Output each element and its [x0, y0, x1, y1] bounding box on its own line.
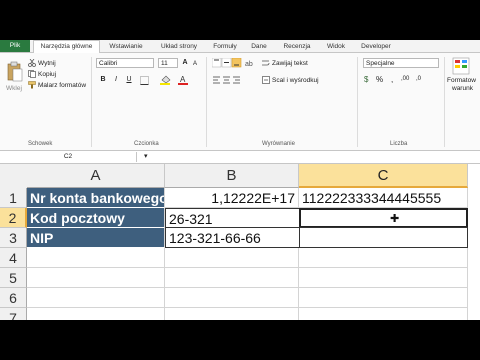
number-format-combo[interactable]: Specjalne	[363, 58, 439, 68]
grow-font-icon[interactable]: A	[180, 58, 190, 68]
cell-a3[interactable]: NIP	[27, 228, 165, 248]
number-group-label: Liczba	[390, 141, 408, 147]
empty-cell[interactable]	[27, 268, 165, 288]
row-header-6[interactable]: 6	[0, 288, 27, 308]
comma-style-icon[interactable]: ,	[391, 75, 393, 84]
paste-button[interactable]: Wklej	[6, 85, 22, 92]
conditional-formatting-label: warunk	[452, 85, 473, 92]
name-box[interactable]: C2	[0, 152, 137, 162]
cell-a1[interactable]: Nr konta bankowego	[27, 188, 165, 208]
row-header-5[interactable]: 5	[0, 268, 27, 288]
row-header-4[interactable]: 4	[0, 248, 27, 268]
empty-cell[interactable]	[299, 268, 468, 288]
orientation-icon[interactable]: ab	[244, 58, 254, 68]
cell-a2[interactable]: Kod pocztowy	[27, 208, 165, 228]
cell-c3[interactable]	[299, 227, 468, 248]
empty-cell[interactable]	[299, 288, 468, 308]
copy-icon	[28, 70, 36, 78]
format-painter-button[interactable]: Malarz formatów	[38, 82, 86, 89]
select-all-corner[interactable]	[0, 164, 28, 189]
clipboard-group-label: Schowek	[28, 141, 53, 147]
decrease-decimal-icon[interactable]: ,0	[416, 76, 421, 82]
cell-cursor-icon: ✚	[390, 213, 400, 225]
tab-home[interactable]: Narzędzia główne	[33, 40, 100, 53]
ribbon-tabs: Plik Narzędzia główne Wstawianie Układ s…	[0, 40, 480, 53]
tab-file[interactable]: Plik	[0, 40, 30, 52]
empty-cell[interactable]	[165, 248, 299, 268]
svg-text:A: A	[180, 75, 186, 84]
increase-decimal-icon[interactable]: ,00	[401, 76, 409, 82]
font-group-label: Czcionka	[134, 141, 159, 147]
name-box-dropdown-icon[interactable]: ▾	[144, 152, 148, 160]
tab-formulas[interactable]: Formuły	[210, 41, 240, 52]
divider	[444, 57, 445, 147]
formula-bar: C2 ▾	[0, 151, 480, 164]
bold-icon[interactable]: B	[98, 75, 108, 85]
tab-data[interactable]: Dane	[248, 41, 270, 52]
cell-b1[interactable]: 1,12222E+17	[165, 188, 299, 208]
vertical-align-icons[interactable]	[212, 58, 242, 68]
font-name-combo[interactable]: Calibri	[96, 58, 154, 68]
ribbon: Wklej Wytnij Kopiuj Malarz formatów Scho…	[0, 53, 480, 151]
empty-cell[interactable]	[27, 288, 165, 308]
empty-cell[interactable]	[165, 308, 299, 320]
merge-center-icon	[262, 76, 270, 84]
tab-review[interactable]: Recenzja	[281, 41, 313, 52]
column-header-a[interactable]: A	[27, 164, 165, 188]
font-color-icon[interactable]: A	[178, 75, 192, 85]
conditional-formatting-icon[interactable]	[452, 57, 470, 75]
cell-c1[interactable]: 112222333344445555	[299, 188, 468, 208]
worksheet-grid: A B C 1 2 3 4 5 6 7 8 Nr konta bankowego…	[0, 164, 480, 320]
row-header-2[interactable]: 2	[0, 208, 27, 228]
conditional-formatting-button[interactable]: Formatow	[447, 77, 476, 84]
tab-insert[interactable]: Wstawianie	[104, 41, 148, 52]
merge-center-button[interactable]: Scal i wyśrodkuj	[272, 77, 319, 84]
excel-window: Plik Narzędzia główne Wstawianie Układ s…	[0, 40, 480, 320]
horizontal-align-icons[interactable]	[212, 75, 242, 85]
empty-cell[interactable]	[165, 268, 299, 288]
empty-cell[interactable]	[27, 248, 165, 268]
divider	[206, 57, 207, 147]
empty-cell[interactable]	[299, 308, 468, 320]
wrap-text-button[interactable]: Zawijaj tekst	[272, 60, 308, 67]
row-header-3[interactable]: 3	[0, 228, 27, 248]
italic-icon[interactable]: I	[111, 75, 121, 85]
scissors-icon	[28, 59, 36, 67]
svg-text:ab: ab	[245, 61, 253, 68]
empty-cell[interactable]	[165, 288, 299, 308]
wrap-text-icon	[262, 60, 270, 66]
fill-color-icon[interactable]	[160, 75, 174, 85]
font-size-combo[interactable]: 11	[158, 58, 178, 68]
alignment-group-label: Wyrównanie	[262, 141, 295, 147]
row-header-7[interactable]: 7	[0, 308, 27, 320]
column-header-b[interactable]: B	[165, 164, 299, 188]
divider	[357, 57, 358, 147]
tab-developer[interactable]: Developer	[357, 41, 395, 52]
currency-icon[interactable]: $	[364, 75, 368, 84]
cell-b3[interactable]: 123-321-66-66	[165, 227, 300, 248]
cut-button[interactable]: Wytnij	[38, 60, 56, 67]
empty-cell[interactable]	[27, 308, 165, 320]
column-header-c[interactable]: C	[299, 164, 468, 188]
paste-icon[interactable]	[6, 61, 24, 83]
empty-cell[interactable]	[299, 248, 468, 268]
tab-view[interactable]: Widok	[323, 41, 349, 52]
formula-input[interactable]	[160, 152, 476, 162]
shrink-font-icon[interactable]: A	[190, 59, 200, 69]
borders-icon[interactable]	[140, 76, 154, 85]
tab-page-layout[interactable]: Układ strony	[155, 41, 203, 52]
row-header-1[interactable]: 1	[0, 188, 27, 208]
percent-icon[interactable]: %	[376, 75, 383, 84]
format-painter-icon	[28, 81, 36, 89]
cell-b2[interactable]: 26-321	[165, 208, 300, 228]
divider	[91, 57, 92, 147]
underline-icon[interactable]: U	[124, 75, 134, 85]
copy-button[interactable]: Kopiuj	[38, 71, 56, 78]
cell-c2[interactable]	[299, 208, 468, 228]
